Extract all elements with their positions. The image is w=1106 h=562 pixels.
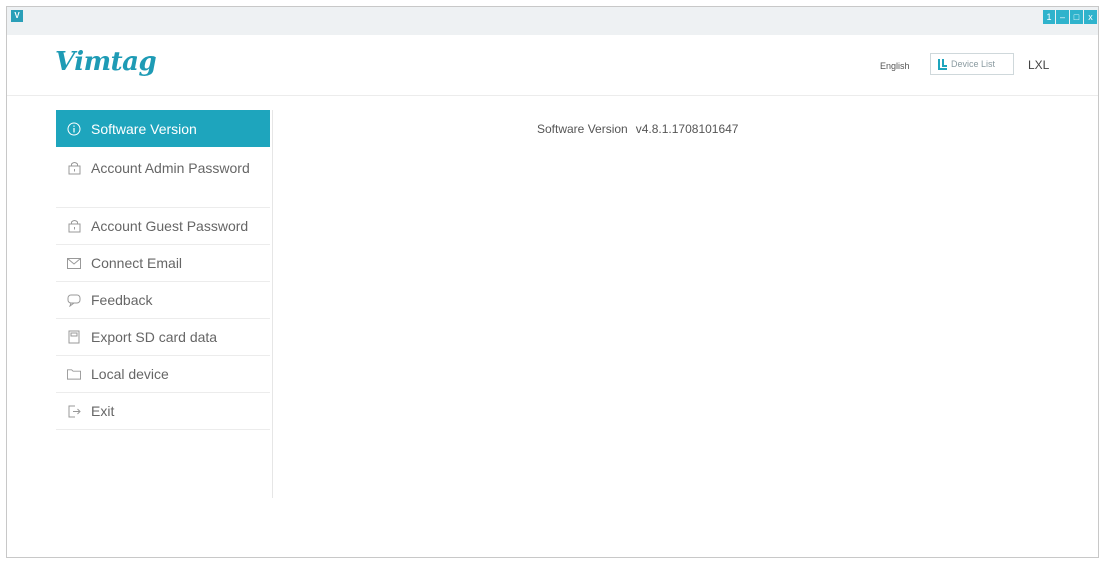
sidebar-item-label: Account Guest Password	[91, 218, 249, 234]
sidebar-item-label: Local device	[91, 366, 169, 382]
close-button[interactable]: x	[1084, 10, 1097, 24]
maximize-button[interactable]: □	[1070, 10, 1083, 24]
sd-card-icon	[67, 330, 81, 344]
lock-icon	[67, 161, 81, 175]
sidebar-item-local-device[interactable]: Local device	[56, 356, 270, 393]
email-icon	[67, 256, 81, 270]
sidebar-item-label: Software Version	[91, 120, 197, 137]
language-selector[interactable]: English	[880, 61, 910, 71]
device-list-icon	[938, 59, 947, 70]
device-list-button[interactable]: Device List	[930, 53, 1014, 75]
software-version-label: Software Version	[537, 122, 628, 136]
sidebar-item-exit[interactable]: Exit	[56, 393, 270, 430]
sidebar-item-label: Exit	[91, 403, 115, 419]
user-name[interactable]: LXL	[1028, 58, 1049, 72]
sidebar-item-export-sd-card-data[interactable]: Export SD card data	[56, 319, 270, 356]
chat-icon	[67, 293, 81, 307]
header: Vimtag English Device List LXL	[7, 35, 1098, 96]
lock-icon	[67, 219, 81, 233]
sidebar-item-account-guest-password[interactable]: Account Guest Password	[56, 208, 270, 245]
software-version-value: v4.8.1.1708101647	[635, 122, 739, 136]
app-window: V 1 – □ x Vimtag English Device List LXL…	[6, 6, 1099, 558]
sidebar-item-label: Connect Email	[91, 255, 183, 271]
sidebar-item-label: Feedback	[91, 292, 153, 308]
folder-icon	[67, 367, 81, 381]
title-bar: V 1 – □ x	[7, 7, 1098, 35]
device-list-label: Device List	[951, 59, 996, 69]
sidebar-item-label: Export SD card data	[91, 329, 218, 345]
app-icon: V	[11, 10, 23, 22]
sidebar-item-feedback[interactable]: Feedback	[56, 282, 270, 319]
minimize-button[interactable]: –	[1056, 10, 1069, 24]
sidebar-item-connect-email[interactable]: Connect Email	[56, 245, 270, 282]
software-version-info: Software Version v4.8.1.1708101647	[537, 122, 738, 136]
exit-icon	[67, 404, 81, 418]
sidebar-item-account-admin-password[interactable]: Account Admin Password	[56, 147, 270, 208]
info-icon	[67, 122, 81, 136]
info-button[interactable]: 1	[1043, 10, 1055, 24]
vimtag-logo: Vimtag	[55, 47, 157, 77]
settings-sidebar: Software Version Account Admin Password …	[56, 110, 273, 498]
sidebar-item-label: Account Admin Password	[91, 160, 250, 176]
sidebar-item-software-version[interactable]: Software Version	[56, 110, 270, 147]
